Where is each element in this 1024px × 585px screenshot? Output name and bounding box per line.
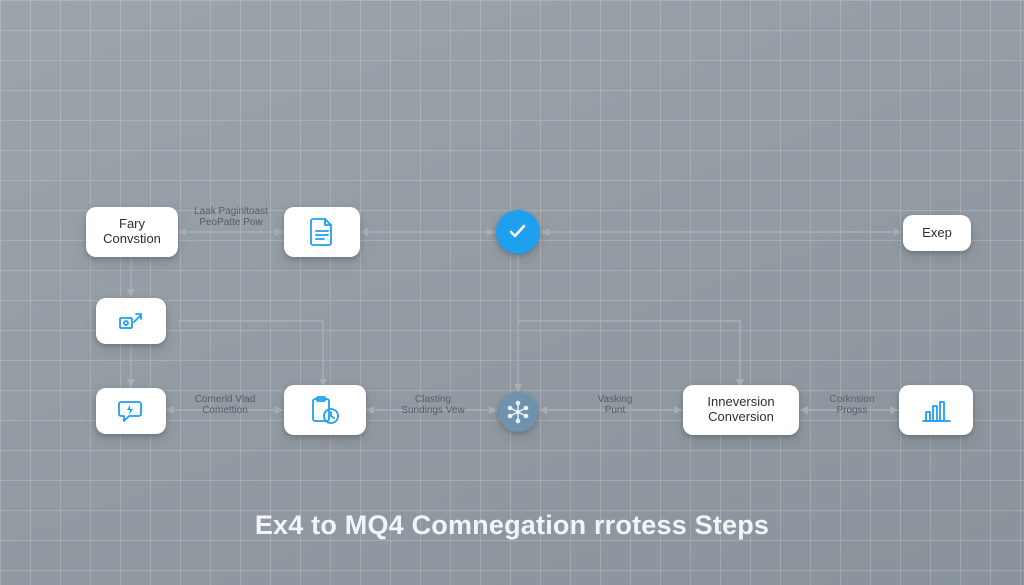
referral-icon [116,308,146,334]
node-inneversion-conversion: Inneversion Conversion [683,385,799,435]
connectors-layer [0,0,1024,585]
network-hub-icon [506,400,530,424]
edge-label-comerld: Comerld Vlad Comettion [180,395,270,416]
document-lines-icon [309,217,335,247]
node-bar-chart [899,385,973,435]
edge-label-corknsion: Corknsion Progss [812,395,892,416]
node-check-circle [496,210,540,254]
edge-label-clasting: Clasting Sundings Vew [388,395,478,416]
check-circle-icon [507,221,529,243]
node-clipboard-clock [284,385,366,435]
node-label: Exep [922,226,952,241]
node-comment-bolt [96,388,166,434]
node-label: Fary Convstion [94,217,170,247]
node-fary-convstion: Fary Convstion [86,207,178,257]
comment-bolt-icon [117,398,145,424]
node-referral [96,298,166,344]
diagram-title: Ex4 to MQ4 Comnegation rrotess Steps [0,510,1024,541]
node-exep: Exep [903,215,971,251]
edge-label-vasking: Vasking Punt [575,395,655,416]
clipboard-clock-icon [308,394,342,426]
diagram-canvas: Laak Paginltoast PeoPatte Pow Comerld Vl… [0,0,1024,585]
node-label: Inneversion Conversion [691,395,791,425]
edge-label-laak: Laak Paginltoast PeoPatte Pow [186,207,276,228]
bar-chart-icon [920,396,952,424]
node-network-hub [498,392,538,432]
node-document [284,207,360,257]
